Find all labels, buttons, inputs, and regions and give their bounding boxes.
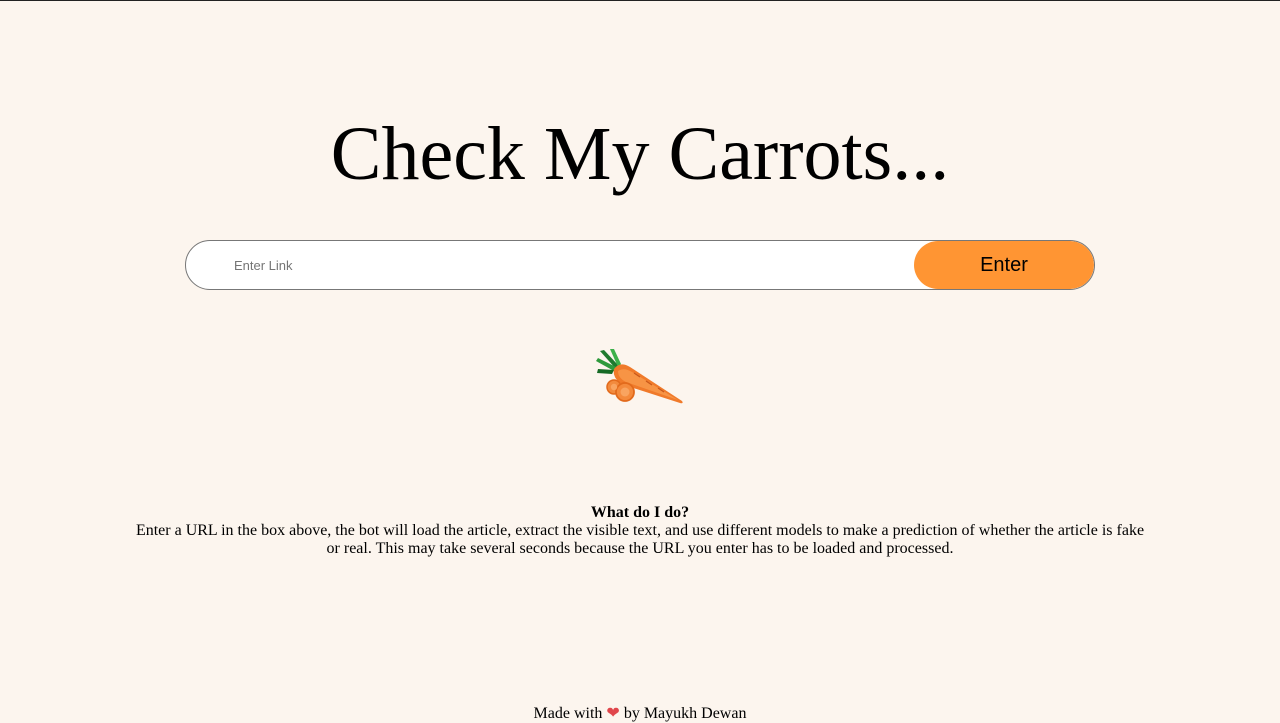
carrot-icon xyxy=(596,349,683,404)
enter-button[interactable]: Enter xyxy=(914,241,1094,289)
about-section: What do I do? Enter a URL in the box abo… xyxy=(130,504,1150,558)
page-title: Check My Carrots... xyxy=(330,112,950,196)
about-heading: What do I do? xyxy=(590,504,690,521)
link-input[interactable] xyxy=(234,241,894,289)
search-bar: Enter xyxy=(185,240,1095,290)
footer-prefix: Made with xyxy=(533,705,603,722)
heart-icon: ❤ xyxy=(606,703,620,722)
about-description: Enter a URL in the box above, the bot wi… xyxy=(135,522,1145,557)
footer-author: by Mayukh Dewan xyxy=(623,705,747,722)
footer: Made with ❤ by Mayukh Dewan xyxy=(0,704,1280,723)
